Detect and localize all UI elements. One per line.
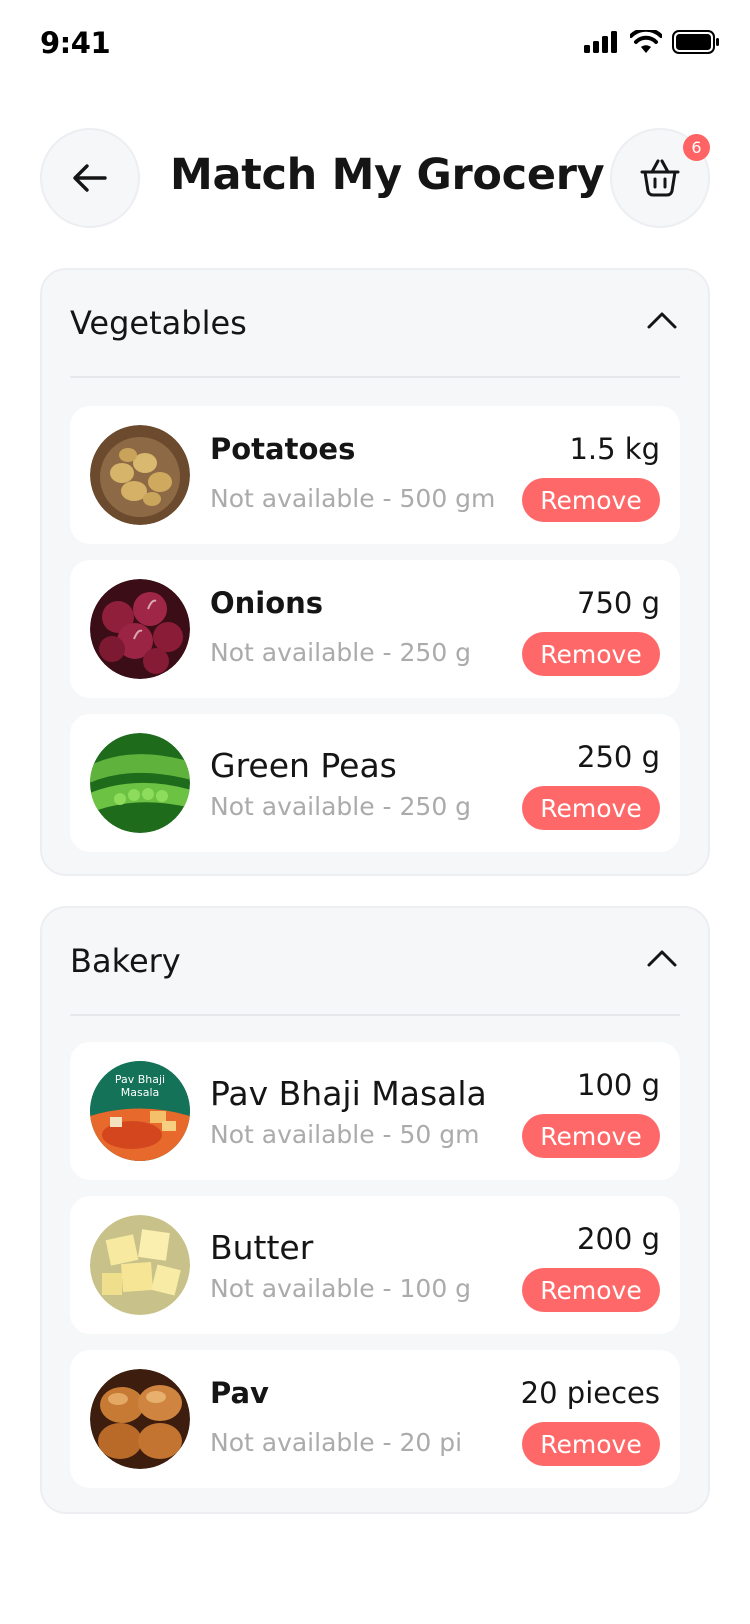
header: Match My Grocery 6 <box>0 128 750 228</box>
item-availability: Not available - 500 gm <box>210 484 496 513</box>
item-availability: Not available - 20 pi <box>210 1428 463 1457</box>
list-item: Onions Not available - 250 g 750 g Remov… <box>70 560 680 698</box>
remove-button[interactable]: Remove <box>522 1422 660 1466</box>
package-label: Pav Bhaji Masala <box>114 1073 166 1099</box>
wifi-icon <box>630 30 662 53</box>
section-header[interactable]: Bakery <box>70 908 680 1016</box>
item-quantity: 20 pieces <box>520 1376 660 1410</box>
remove-button[interactable]: Remove <box>522 632 660 676</box>
back-button[interactable] <box>40 128 140 228</box>
item-quantity: 1.5 kg <box>569 432 660 466</box>
onions-photo <box>90 579 190 679</box>
status-icons <box>584 30 720 54</box>
item-availability: Not available - 250 g <box>210 638 472 667</box>
status-time: 9:41 <box>40 26 111 60</box>
list-item: Green Peas Not available - 250 g 250 g R… <box>70 714 680 852</box>
item-name: Green Peas <box>210 746 397 785</box>
list-item: Pav Not available - 20 pi 20 pieces Remo… <box>70 1350 680 1488</box>
item-quantity: 750 g <box>577 586 660 620</box>
list-item: Pav Bhaji Masala Pav Bhaji Masala Not av… <box>70 1042 680 1180</box>
remove-button[interactable]: Remove <box>522 1268 660 1312</box>
remove-button[interactable]: Remove <box>522 1114 660 1158</box>
pav-bhaji-masala-photo: Pav Bhaji Masala <box>90 1061 190 1161</box>
cart-count-badge: 6 <box>683 134 710 161</box>
item-quantity: 250 g <box>577 740 660 774</box>
section-title: Bakery <box>70 942 181 980</box>
item-name: Butter <box>210 1228 314 1267</box>
item-name: Pav <box>210 1376 269 1410</box>
chevron-up-icon[interactable] <box>646 310 678 330</box>
list-item: Potatoes Not available - 500 gm 1.5 kg R… <box>70 406 680 544</box>
item-availability: Not available - 250 g <box>210 792 472 821</box>
potatoes-photo <box>90 425 190 525</box>
remove-button[interactable]: Remove <box>522 786 660 830</box>
list-item: Butter Not available - 100 g 200 g Remov… <box>70 1196 680 1334</box>
section-title: Vegetables <box>70 304 247 342</box>
arrow-left-icon <box>73 164 107 192</box>
cart-button[interactable]: 6 <box>610 128 710 228</box>
item-name: Onions <box>210 586 324 620</box>
item-quantity: 100 g <box>577 1068 660 1102</box>
item-name: Potatoes <box>210 432 356 466</box>
remove-button[interactable]: Remove <box>522 478 660 522</box>
signal-icon <box>584 31 617 53</box>
pav-photo <box>90 1369 190 1469</box>
section-bakery: Bakery Pav Bhaji Masala Pav Bhaji Masala… <box>40 906 710 1514</box>
item-name: Pav Bhaji Masala <box>210 1074 487 1113</box>
green-peas-photo <box>90 733 190 833</box>
status-bar: 9:41 <box>0 0 750 92</box>
battery-icon <box>672 30 719 54</box>
section-header[interactable]: Vegetables <box>70 270 680 378</box>
chevron-up-icon[interactable] <box>646 948 678 968</box>
basket-icon <box>640 159 680 197</box>
item-availability: Not available - 50 gm <box>210 1120 480 1149</box>
page-title: Match My Grocery <box>170 150 605 200</box>
section-vegetables: Vegetables Potatoes Not available - 500 … <box>40 268 710 876</box>
butter-photo <box>90 1215 190 1315</box>
item-quantity: 200 g <box>577 1222 660 1256</box>
item-availability: Not available - 100 g <box>210 1274 472 1303</box>
